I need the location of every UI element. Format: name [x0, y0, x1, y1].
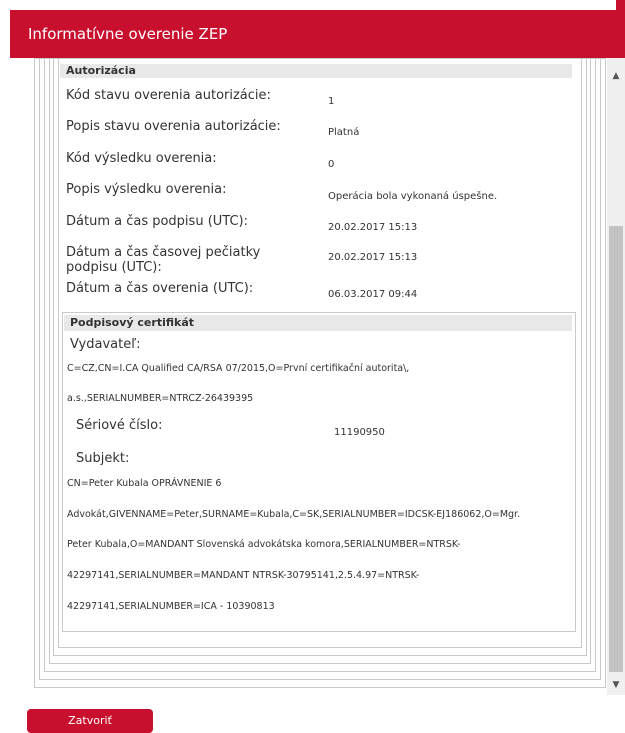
- authorization-section-header: Autorizácia: [60, 64, 572, 78]
- cert-subject-line: 42297141,SERIALNUMBER=MANDANT NTRSK-3079…: [67, 570, 420, 581]
- auth-value-result-desc: Operácia bola vykonaná úspešne.: [328, 191, 498, 202]
- auth-value-timestamp-time: 20.02.2017 15:13: [328, 252, 418, 263]
- auth-label-result-code: Kód výsledku overenia:: [66, 151, 217, 166]
- cert-subject-line: Peter Kubala,O=MANDANT Slovenská advokát…: [67, 539, 461, 550]
- cert-subject-line: CN=Peter Kubala OPRÁVNENIE 6: [67, 478, 222, 489]
- auth-label-timestamp-time: Dátum a čas časovej pečiatky podpisu (UT…: [66, 245, 261, 275]
- vertical-scrollbar[interactable]: ▲ ▼: [607, 58, 625, 695]
- cert-serial-value: 11190950: [334, 427, 385, 438]
- cert-serial-label: Sériové číslo:: [76, 418, 163, 433]
- auth-value-status-desc: Platná: [328, 127, 360, 138]
- cert-subject-line: 42297141,SERIALNUMBER=ICA - 10390813: [67, 601, 275, 612]
- scrollbar-thumb[interactable]: [609, 226, 623, 672]
- dialog-title: Informatívne overenie ZEP: [28, 25, 228, 43]
- auth-label-result-desc: Popis výsledku overenia:: [66, 182, 227, 197]
- close-button[interactable]: Zatvoriť: [27, 709, 153, 733]
- cert-issuer-label: Vydavateľ:: [70, 337, 141, 352]
- auth-value-status-code: 1: [328, 96, 335, 107]
- dialog-content[interactable]: Autorizácia Kód stavu overenia autorizác…: [10, 58, 625, 695]
- cert-subject-label: Subjekt:: [76, 451, 130, 466]
- cert-issuer-line: C=CZ,CN=I.CA Qualified CA/RSA 07/2015,O=…: [67, 363, 410, 374]
- scroll-down-arrow-icon[interactable]: ▼: [607, 675, 625, 695]
- auth-label-status-desc: Popis stavu overenia autorizácie:: [66, 119, 281, 134]
- auth-value-signing-time: 20.02.2017 15:13: [328, 222, 418, 233]
- certificate-frame: [62, 312, 576, 632]
- auth-label-signing-time: Dátum a čas podpisu (UTC):: [66, 214, 248, 229]
- scroll-up-arrow-icon[interactable]: ▲: [607, 66, 625, 86]
- auth-value-result-code: 0: [328, 159, 335, 170]
- auth-value-verification-time: 06.03.2017 09:44: [328, 289, 418, 300]
- cert-subject-line: Advokát,GIVENNAME=Peter,SURNAME=Kubala,C…: [67, 509, 521, 520]
- auth-label-status-code: Kód stavu overenia autorizácie:: [66, 88, 271, 103]
- cert-issuer-line: a.s.,SERIALNUMBER=NTRCZ-26439395: [67, 393, 254, 404]
- certificate-section-header: Podpisový certifikát: [64, 315, 572, 331]
- auth-label-verification-time: Dátum a čas overenia (UTC):: [66, 281, 254, 296]
- dialog-title-bar: Informatívne overenie ZEP: [10, 10, 625, 58]
